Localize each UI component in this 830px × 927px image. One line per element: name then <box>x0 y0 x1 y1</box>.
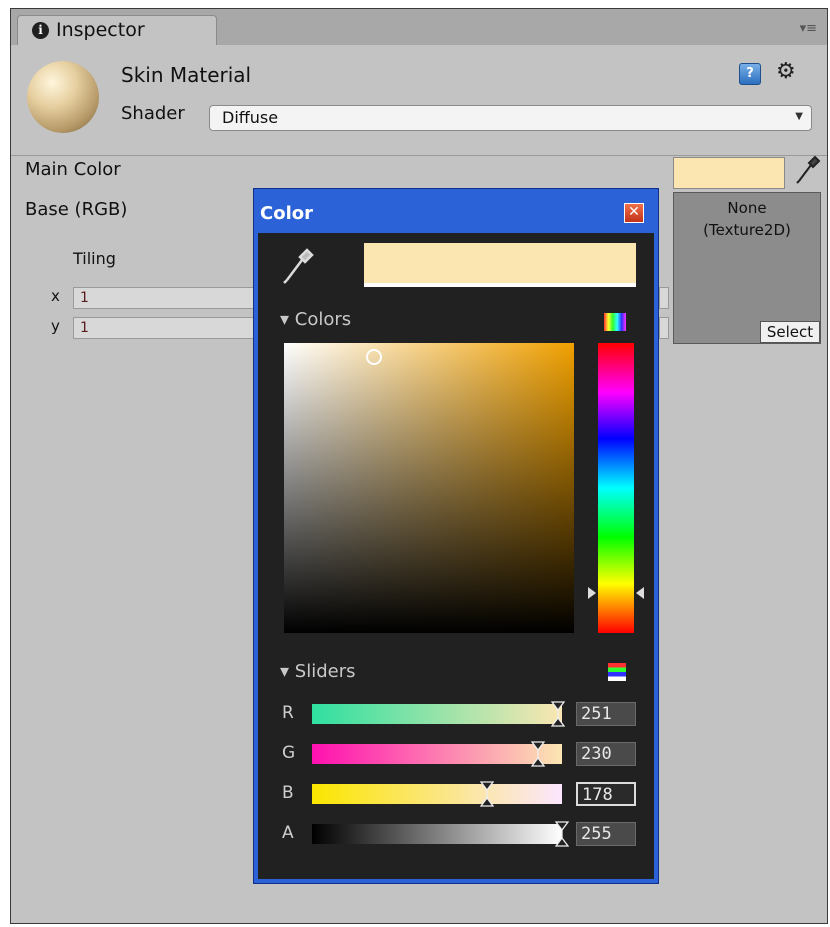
channel-handle-r[interactable] <box>550 701 566 727</box>
sliders-section-header[interactable]: ▾ Sliders <box>280 661 355 682</box>
channel-track-r[interactable] <box>312 704 562 724</box>
sv-cursor[interactable] <box>366 349 382 365</box>
main-color-swatch[interactable] <box>673 157 785 189</box>
close-icon[interactable]: ✕ <box>624 203 644 223</box>
tiling-x-field[interactable]: 1 <box>73 287 263 309</box>
offset-x-field[interactable] <box>659 287 669 309</box>
chevron-down-icon: ▼ <box>795 111 803 122</box>
color-preview-swatch <box>364 243 636 287</box>
eyedropper-icon[interactable] <box>282 247 314 289</box>
hue-slider[interactable] <box>598 343 634 633</box>
tiling-label: Tiling <box>73 249 116 268</box>
channel-label-g: G <box>282 743 296 763</box>
tiling-x-label: x <box>51 287 60 305</box>
menu-icon[interactable]: ▾≡ <box>800 21 817 36</box>
offset-y-field[interactable] <box>659 317 669 339</box>
texture-slot[interactable]: None (Texture2D) Select <box>673 192 821 344</box>
channel-label-r: R <box>282 703 294 723</box>
disclosure-triangle-icon: ▾ <box>280 309 295 330</box>
saturation-value-field[interactable] <box>284 343 574 633</box>
color-picker-window: Color ✕ ▾ Colors ▾ Sliders R 251 G 230 B 178 A… <box>253 188 659 884</box>
main-color-label: Main Color <box>25 159 121 180</box>
tab-bar: i Inspector ▾≡ <box>11 9 827 46</box>
channel-track-b[interactable] <box>312 784 562 804</box>
gear-icon[interactable]: ⚙ <box>776 59 796 84</box>
shader-value: Diffuse <box>222 108 279 127</box>
hue-marker-left-icon[interactable] <box>588 587 596 599</box>
channel-handle-b[interactable] <box>479 781 494 807</box>
info-icon: i <box>32 22 49 39</box>
colors-section-label: Colors <box>294 309 352 330</box>
channel-handle-g[interactable] <box>530 741 545 767</box>
material-name: Skin Material <box>121 63 252 87</box>
inspector-tab[interactable]: i Inspector <box>17 15 217 45</box>
channel-value-a[interactable]: 255 <box>576 822 636 846</box>
channel-track-g[interactable] <box>312 744 562 764</box>
tiling-y-label: y <box>51 317 60 335</box>
help-icon[interactable]: ? <box>739 63 761 85</box>
disclosure-triangle-icon: ▾ <box>280 661 295 682</box>
texture-type-label: (Texture2D) <box>703 221 791 239</box>
slider-mode-icon[interactable] <box>608 663 626 681</box>
channel-value-r[interactable]: 251 <box>576 702 636 726</box>
shader-dropdown[interactable]: Diffuse ▼ <box>209 105 812 131</box>
texture-none-label: None <box>727 199 767 217</box>
channel-track-a[interactable] <box>312 824 562 844</box>
channel-value-g[interactable]: 230 <box>576 742 636 766</box>
hue-marker-right-icon[interactable] <box>636 587 644 599</box>
channel-label-a: A <box>282 823 294 843</box>
picker-body: ▾ Colors ▾ Sliders R 251 G 230 B 178 A 255 <box>258 233 654 879</box>
colors-section-header[interactable]: ▾ Colors <box>280 309 351 330</box>
shader-label: Shader <box>121 103 185 124</box>
picker-title: Color <box>260 203 313 224</box>
eyedropper-icon[interactable] <box>795 155 821 189</box>
material-header: Skin Material Shader Diffuse ▼ ? ⚙ <box>11 45 827 156</box>
sliders-section-label: Sliders <box>294 661 356 682</box>
base-texture-label: Base (RGB) <box>25 199 128 220</box>
channel-value-b[interactable]: 178 <box>576 782 636 806</box>
channel-label-b: B <box>282 783 294 803</box>
texture-select-button[interactable]: Select <box>760 321 820 343</box>
material-preview-sphere <box>27 61 99 133</box>
channel-handle-a[interactable] <box>554 821 570 847</box>
tab-label: Inspector <box>56 19 145 41</box>
color-mode-icon[interactable] <box>604 313 626 331</box>
tiling-y-field[interactable]: 1 <box>73 317 263 339</box>
